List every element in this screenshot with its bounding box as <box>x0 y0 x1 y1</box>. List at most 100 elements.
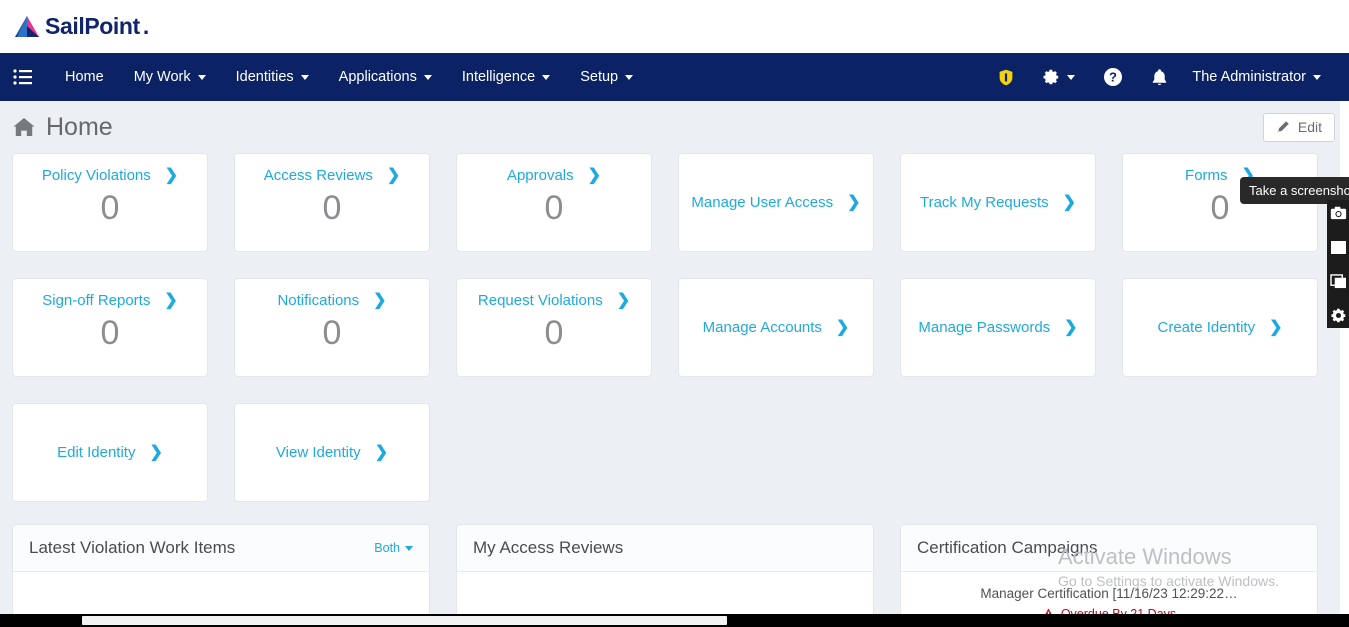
card-title: Access Reviews <box>264 167 373 184</box>
widget-title: Latest Violation Work Items <box>29 538 235 558</box>
card-title: Sign-off Reports <box>42 292 150 309</box>
dashboard-card-manage-user-access[interactable]: Manage User Access ❯ <box>678 153 874 252</box>
white-rectangle-icon[interactable] <box>1329 238 1347 256</box>
shield-icon[interactable] <box>984 53 1028 101</box>
sailpoint-logo[interactable]: SailPoint . <box>12 14 149 40</box>
nav-item-applications[interactable]: Applications <box>324 53 447 101</box>
dashboard-card-view-identity[interactable]: View Identity ❯ <box>234 403 430 502</box>
chevron-right-icon: ❯ <box>1064 320 1077 336</box>
edit-button[interactable]: Edit <box>1263 113 1335 142</box>
dashboard-card-manage-passwords[interactable]: Manage Passwords ❯ <box>900 278 1096 377</box>
widget-title: My Access Reviews <box>473 538 623 558</box>
violation-filter-dropdown[interactable]: Both <box>374 541 413 555</box>
nav-item-label: Identities <box>236 69 294 85</box>
home-icon <box>12 116 36 138</box>
widget-latest-violation-work-items: Latest Violation Work Items Both <box>12 524 430 627</box>
widget-header: My Access Reviews <box>457 525 873 572</box>
widget-my-access-reviews: My Access Reviews <box>456 524 874 627</box>
dashboard-card-sign-off-reports[interactable]: Sign-off Reports ❯ 0 <box>12 278 208 377</box>
card-count: 0 <box>323 191 342 225</box>
dashboard-card-manage-accounts[interactable]: Manage Accounts ❯ <box>678 278 874 377</box>
chevron-down-icon <box>301 75 309 80</box>
card-header: Create Identity❯ <box>1158 319 1283 336</box>
nav-item-setup[interactable]: Setup <box>565 53 648 101</box>
campaign-name[interactable]: Manager Certification [11/16/23 12:29:22… <box>911 586 1307 601</box>
brand-suffix: . <box>143 15 149 38</box>
card-title: Forms <box>1185 167 1228 184</box>
chevron-right-icon: ❯ <box>373 293 386 309</box>
nav-item-home[interactable]: Home <box>50 53 119 101</box>
brand-bar: SailPoint . <box>0 0 1349 53</box>
screenshot-toolbar <box>1327 200 1349 328</box>
card-header: Manage Passwords ❯ <box>918 319 1077 336</box>
card-header: Sign-off Reports ❯ <box>42 292 178 309</box>
card-count: 0 <box>323 316 342 350</box>
brand-name: SailPoint <box>45 15 140 38</box>
chevron-down-icon <box>1067 75 1075 80</box>
chevron-right-icon: ❯ <box>165 168 178 184</box>
nav-item-intelligence[interactable]: Intelligence <box>447 53 565 101</box>
card-count: 0 <box>545 191 564 225</box>
dashboard-widgets: Latest Violation Work Items Both My Acce… <box>0 502 1349 627</box>
widget-title: Certification Campaigns <box>917 538 1097 558</box>
user-menu[interactable]: The Administrator <box>1182 53 1335 101</box>
chevron-down-icon <box>625 75 633 80</box>
chevron-right-icon: ❯ <box>617 293 630 309</box>
chevron-right-icon: ❯ <box>1063 195 1076 211</box>
nav-item-label: My Work <box>134 69 191 85</box>
nav-item-label: Setup <box>580 69 618 85</box>
card-count: 0 <box>101 316 120 350</box>
chevron-down-icon <box>405 546 413 551</box>
user-menu-label: The Administrator <box>1192 69 1306 85</box>
card-header: Notifications❯ <box>277 292 386 309</box>
chevron-down-icon <box>424 75 432 80</box>
dashboard-card-approvals[interactable]: Approvals❯0 <box>456 153 652 252</box>
chevron-right-icon: ❯ <box>375 445 388 461</box>
hamburger-menu-icon[interactable] <box>8 62 38 92</box>
window-icon[interactable] <box>1329 272 1347 290</box>
card-title: Track My Requests <box>920 194 1049 211</box>
card-header: Request Violations❯ <box>478 292 630 309</box>
gear-icon[interactable] <box>1329 306 1347 324</box>
widget-header: Latest Violation Work Items Both <box>13 525 429 572</box>
dashboard-card-edit-identity[interactable]: Edit Identity ❯ <box>12 403 208 502</box>
card-title: View Identity <box>276 444 361 461</box>
nav-item-identities[interactable]: Identities <box>221 53 324 101</box>
dashboard-card-policy-violations[interactable]: Policy Violations ❯ 0 <box>12 153 208 252</box>
scrollbar-thumb[interactable] <box>82 616 727 625</box>
dashboard-card-access-reviews[interactable]: Access Reviews ❯ 0 <box>234 153 430 252</box>
horizontal-scrollbar[interactable] <box>0 614 1349 627</box>
application-window: SailPoint . Home My Work Identities Appl… <box>0 0 1349 627</box>
widget-certification-campaigns: Certification Campaigns Manager Certific… <box>900 524 1318 627</box>
chevron-right-icon: ❯ <box>164 293 177 309</box>
nav-item-label: Applications <box>339 69 417 85</box>
card-header: Manage User Access ❯ <box>691 194 860 211</box>
chevron-right-icon: ❯ <box>149 445 162 461</box>
dashboard-card-notifications[interactable]: Notifications❯ 0 <box>234 278 430 377</box>
chevron-right-icon: ❯ <box>387 168 400 184</box>
card-title: Manage User Access <box>691 194 833 211</box>
chevron-right-icon: ❯ <box>836 320 849 336</box>
dashboard-card-request-violations[interactable]: Request Violations❯ 0 <box>456 278 652 377</box>
card-header: Manage Accounts ❯ <box>703 319 850 336</box>
card-title: Edit Identity <box>57 444 135 461</box>
violation-filter-label: Both <box>374 541 400 555</box>
card-title: Manage Accounts <box>703 319 822 336</box>
help-circle-icon[interactable]: ? <box>1089 53 1137 101</box>
card-title: Policy Violations <box>42 167 151 184</box>
main-navigation-bar: Home My Work Identities Applications Int… <box>0 53 1349 101</box>
chevron-right-icon: ❯ <box>588 168 601 184</box>
chevron-right-icon: ❯ <box>847 195 860 211</box>
dashboard-card-create-identity[interactable]: Create Identity❯ <box>1122 278 1318 377</box>
camera-icon[interactable] <box>1329 204 1347 222</box>
dashboard-card-track-my-requests[interactable]: Track My Requests ❯ <box>900 153 1096 252</box>
card-title: Manage Passwords <box>918 319 1050 336</box>
sailpoint-triangle-icon <box>12 14 42 40</box>
gear-icon[interactable] <box>1028 53 1089 101</box>
card-header: Track My Requests ❯ <box>920 194 1076 211</box>
nav-item-my-work[interactable]: My Work <box>119 53 221 101</box>
chevron-down-icon <box>198 75 206 80</box>
card-count: 0 <box>545 316 564 350</box>
card-count: 0 <box>101 191 120 225</box>
bell-icon[interactable] <box>1137 53 1182 101</box>
